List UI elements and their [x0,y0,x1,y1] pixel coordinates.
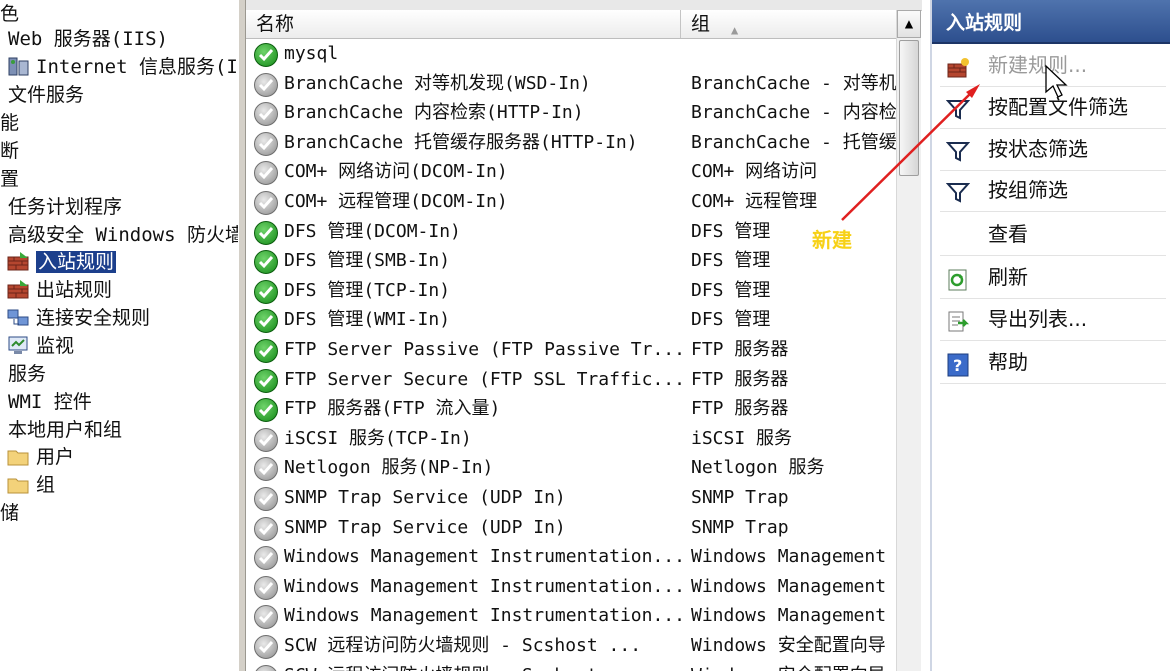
mouse-cursor-icon [1045,64,1068,98]
annotation-overlay [841,64,1068,221]
annotation-arrow [841,91,973,221]
annotation-label: 新建 [812,228,852,252]
